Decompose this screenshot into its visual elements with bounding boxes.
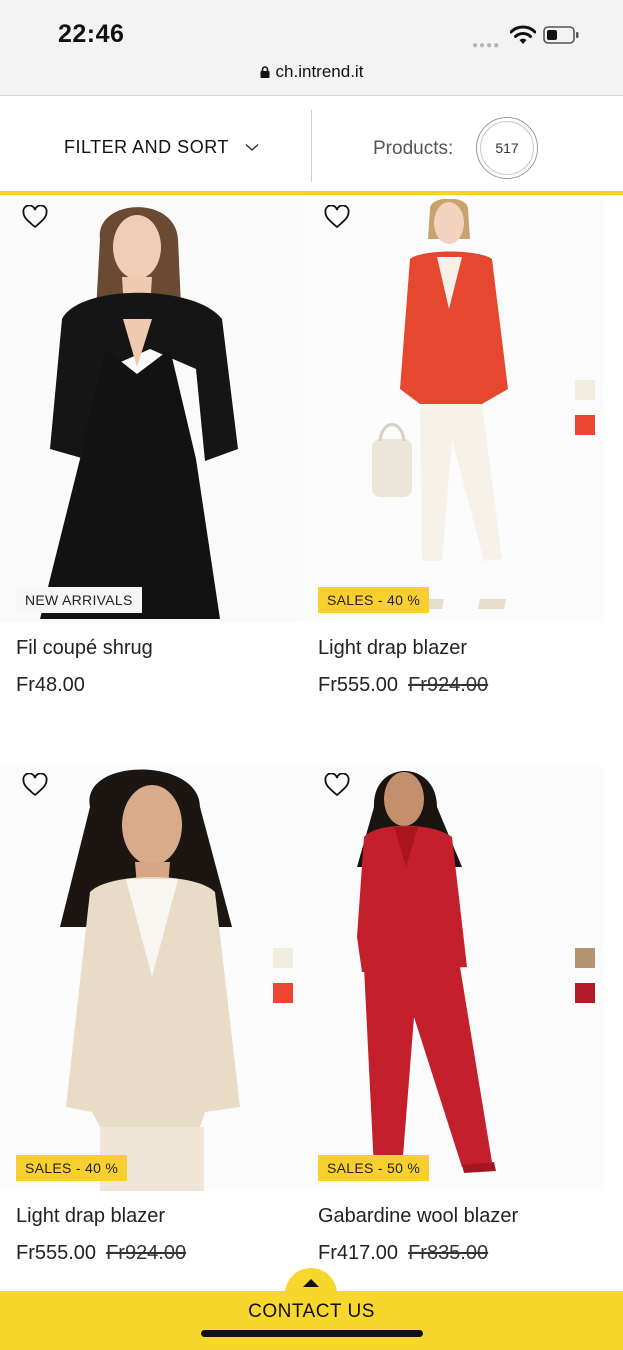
color-swatch-ivory[interactable] <box>273 948 293 968</box>
product-image[interactable]: SALES - 40 % <box>0 767 302 1191</box>
product-price: Fr555.00 <box>318 674 399 696</box>
product-photo-illustration <box>0 767 302 1191</box>
color-swatch-ivory[interactable] <box>575 380 595 400</box>
product-original-price: Fr835.00 <box>408 1242 489 1264</box>
product-price: Fr48.00 <box>16 674 85 696</box>
contact-us-button[interactable]: CONTACT US <box>0 1301 623 1323</box>
wishlist-heart-icon[interactable] <box>22 205 48 229</box>
product-price: Fr417.00 <box>318 1242 399 1264</box>
product-price-row: Fr555.00 Fr924.00 <box>318 674 488 697</box>
url-text: ch.intrend.it <box>275 62 364 81</box>
products-count: 517 <box>495 140 519 156</box>
lock-icon <box>260 66 270 78</box>
product-price-row: Fr48.00 <box>16 674 85 697</box>
color-swatch-red[interactable] <box>273 983 293 1003</box>
sale-badge: SALES - 40 % <box>318 587 430 613</box>
product-price-row: Fr417.00 Fr835.00 <box>318 1242 488 1265</box>
clock-time: 22:46 <box>58 20 125 48</box>
product-card[interactable]: SALES - 40 % Light drap blazer Fr555.00 F… <box>0 767 302 1264</box>
product-original-price: Fr924.00 <box>106 1242 187 1264</box>
sale-badge: SALES - 40 % <box>16 1155 128 1181</box>
product-photo-illustration <box>302 199 604 623</box>
wishlist-heart-icon[interactable] <box>324 205 350 229</box>
product-photo-illustration <box>0 199 302 623</box>
products-label: Products: <box>373 138 454 159</box>
product-price: Fr555.00 <box>16 1242 97 1264</box>
product-image[interactable]: SALES - 50 % <box>302 767 604 1191</box>
filter-bar: FILTER AND SORT Products: 517 <box>0 97 623 195</box>
wishlist-heart-icon[interactable] <box>22 773 48 797</box>
product-card[interactable]: SALES - 50 % Gabardine wool blazer Fr417… <box>302 767 604 1264</box>
new-arrivals-badge: NEW ARRIVALS <box>16 587 142 613</box>
wishlist-heart-icon[interactable] <box>324 773 350 797</box>
wifi-icon <box>510 25 536 44</box>
chevron-up-icon <box>303 1279 319 1287</box>
divider <box>311 110 312 182</box>
sale-badge: SALES - 50 % <box>318 1155 430 1181</box>
address-bar[interactable]: ch.intrend.it <box>0 62 623 82</box>
home-indicator <box>201 1330 423 1337</box>
color-swatch-red[interactable] <box>575 415 595 435</box>
product-name[interactable]: Gabardine wool blazer <box>318 1205 518 1228</box>
product-price-row: Fr555.00 Fr924.00 <box>16 1242 186 1265</box>
product-card[interactable]: NEW ARRIVALS Fil coupé shrug Fr48.00 <box>0 199 302 696</box>
filter-and-sort-button[interactable]: FILTER AND SORT <box>64 137 259 158</box>
browser-status-bar: 22:46 ●●●● ch.intrend.it <box>0 0 623 96</box>
color-swatch-red[interactable] <box>575 983 595 1003</box>
product-image[interactable]: NEW ARRIVALS <box>0 199 302 623</box>
product-image[interactable]: SALES - 40 % <box>302 199 604 623</box>
product-original-price: Fr924.00 <box>408 674 489 696</box>
color-swatch-camel[interactable] <box>575 948 595 968</box>
products-count-badge: 517 <box>476 117 538 179</box>
product-photo-illustration <box>302 767 604 1191</box>
product-name[interactable]: Light drap blazer <box>16 1205 165 1228</box>
battery-icon <box>543 26 579 44</box>
product-name[interactable]: Fil coupé shrug <box>16 637 153 660</box>
signal-icon: ●●●● <box>472 40 501 51</box>
product-card[interactable]: SALES - 40 % Light drap blazer Fr555.00 F… <box>302 199 604 696</box>
filter-and-sort-label: FILTER AND SORT <box>64 137 229 157</box>
product-name[interactable]: Light drap blazer <box>318 637 467 660</box>
chevron-down-icon <box>245 143 259 151</box>
